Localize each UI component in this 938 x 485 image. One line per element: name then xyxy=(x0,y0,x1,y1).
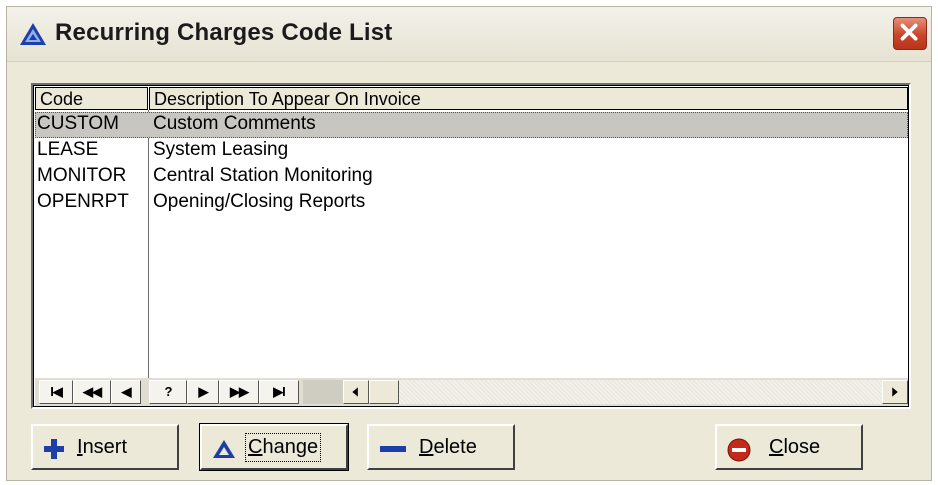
code-list-grid[interactable]: Code Description To Appear On Invoice CU… xyxy=(31,83,911,409)
insert-button[interactable]: Insert xyxy=(31,424,179,470)
column-header-description[interactable]: Description To Appear On Invoice xyxy=(149,87,908,110)
scroll-right-button[interactable] xyxy=(882,380,908,404)
nav-prior-button[interactable]: ◀ xyxy=(111,380,141,404)
cell-description: Opening/Closing Reports xyxy=(153,191,366,212)
plus-icon xyxy=(44,439,64,459)
horizontal-scrollbar[interactable] xyxy=(343,380,908,404)
column-header-code[interactable]: Code xyxy=(35,87,148,110)
table-row[interactable]: MONITOR Central Station Monitoring xyxy=(35,164,908,190)
close-icon xyxy=(900,23,918,41)
scroll-thumb[interactable] xyxy=(369,380,399,404)
nav-help-button[interactable]: ? xyxy=(149,380,187,404)
nav-next-page-button[interactable]: ▶▶ xyxy=(219,380,259,404)
cell-description: System Leasing xyxy=(153,139,289,160)
table-row[interactable]: OPENRPT Opening/Closing Reports xyxy=(35,190,908,216)
scroll-right-arrow-icon xyxy=(892,387,898,397)
table-row[interactable]: CUSTOM Custom Comments xyxy=(35,112,908,138)
nav-next-button[interactable]: ▶ xyxy=(187,380,219,404)
record-navigator: I◀ ◀◀ ◀ ? ▶ ▶▶ ▶I xyxy=(35,378,908,406)
cell-code: OPENRPT xyxy=(37,191,129,212)
cell-code: MONITOR xyxy=(37,165,127,186)
nav-first-button[interactable]: I◀ xyxy=(39,380,73,404)
navigator-gap xyxy=(303,380,343,404)
cell-code: CUSTOM xyxy=(37,113,119,134)
cell-description: Central Station Monitoring xyxy=(153,165,373,186)
title-bar[interactable]: Recurring Charges Code List xyxy=(7,7,931,62)
dialog-window: Recurring Charges Code List Code Descrip… xyxy=(6,6,932,481)
window-close-button[interactable] xyxy=(893,17,927,50)
scroll-left-arrow-icon xyxy=(352,387,358,397)
change-button[interactable]: Change xyxy=(199,423,349,471)
delete-label: Delete xyxy=(419,436,477,458)
close-label: Close xyxy=(769,436,821,458)
close-button[interactable]: Close xyxy=(715,424,863,470)
nav-prior-page-button[interactable]: ◀◀ xyxy=(73,380,111,404)
table-row[interactable]: LEASE System Leasing xyxy=(35,138,908,164)
insert-label: Insert xyxy=(77,436,128,458)
cell-code: LEASE xyxy=(37,139,99,160)
scroll-left-button[interactable] xyxy=(343,380,369,404)
stop-icon xyxy=(727,438,751,462)
triangle-icon xyxy=(213,440,235,458)
change-label: Change xyxy=(244,433,322,462)
window-title: Recurring Charges Code List xyxy=(55,19,393,46)
nav-last-button[interactable]: ▶I xyxy=(259,380,299,404)
cell-description: Custom Comments xyxy=(153,113,316,134)
delete-button[interactable]: Delete xyxy=(367,424,515,470)
app-triangle-icon xyxy=(20,23,46,45)
minus-icon xyxy=(380,446,406,452)
